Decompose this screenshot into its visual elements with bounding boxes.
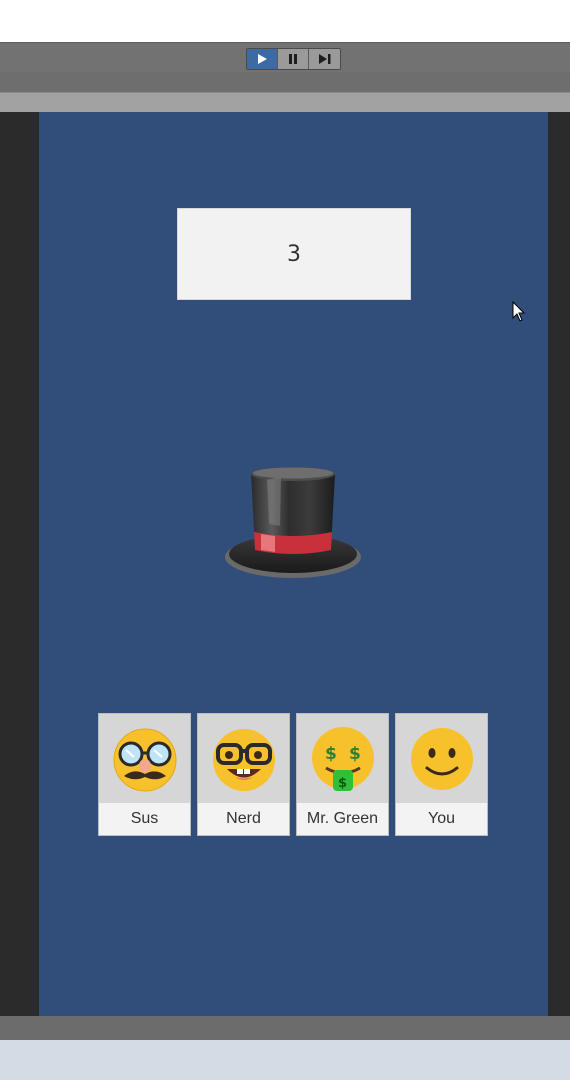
play-button[interactable] (247, 49, 278, 69)
mouse-cursor-icon (512, 301, 526, 322)
disguised-face-icon (113, 728, 176, 791)
pause-button[interactable] (278, 49, 309, 69)
player-name: Nerd (198, 803, 289, 835)
editor-toolbar (0, 42, 570, 72)
slightly-smiling-face-icon (410, 727, 473, 790)
counter-display: 3 (177, 208, 411, 300)
game-view-header (0, 92, 570, 112)
top-hat-icon (225, 467, 361, 578)
money-mouth-face-icon: $ $ $ (311, 726, 374, 791)
step-icon (318, 54, 330, 64)
player-name: Sus (99, 803, 190, 835)
player-name: You (396, 803, 487, 835)
play-controls (246, 48, 341, 70)
svg-text:$: $ (349, 744, 361, 764)
player-card-mr-green[interactable]: $ $ $ Mr. Green (296, 713, 389, 836)
game-canvas: 3 Sus Nerd $ $ $ Mr. Green You (39, 112, 548, 1016)
taskbar-strip (0, 1040, 570, 1080)
svg-text:$: $ (338, 776, 347, 791)
svg-text:$: $ (325, 744, 337, 764)
editor-status-bar (0, 1016, 570, 1040)
player-list: Sus Nerd $ $ $ Mr. Green You (98, 713, 490, 837)
nerd-face-icon (212, 728, 275, 791)
counter-value: 3 (287, 241, 301, 267)
player-card-nerd[interactable]: Nerd (197, 713, 290, 836)
player-card-you[interactable]: You (395, 713, 488, 836)
player-card-sus[interactable]: Sus (98, 713, 191, 836)
editor-toolbar-strip (0, 72, 570, 92)
window-top-area (0, 0, 570, 42)
game-view: 3 Sus Nerd $ $ $ Mr. Green You (0, 112, 570, 1016)
player-name: Mr. Green (297, 803, 388, 835)
step-button[interactable] (309, 49, 340, 69)
pause-icon (289, 54, 297, 64)
play-icon (258, 54, 267, 64)
